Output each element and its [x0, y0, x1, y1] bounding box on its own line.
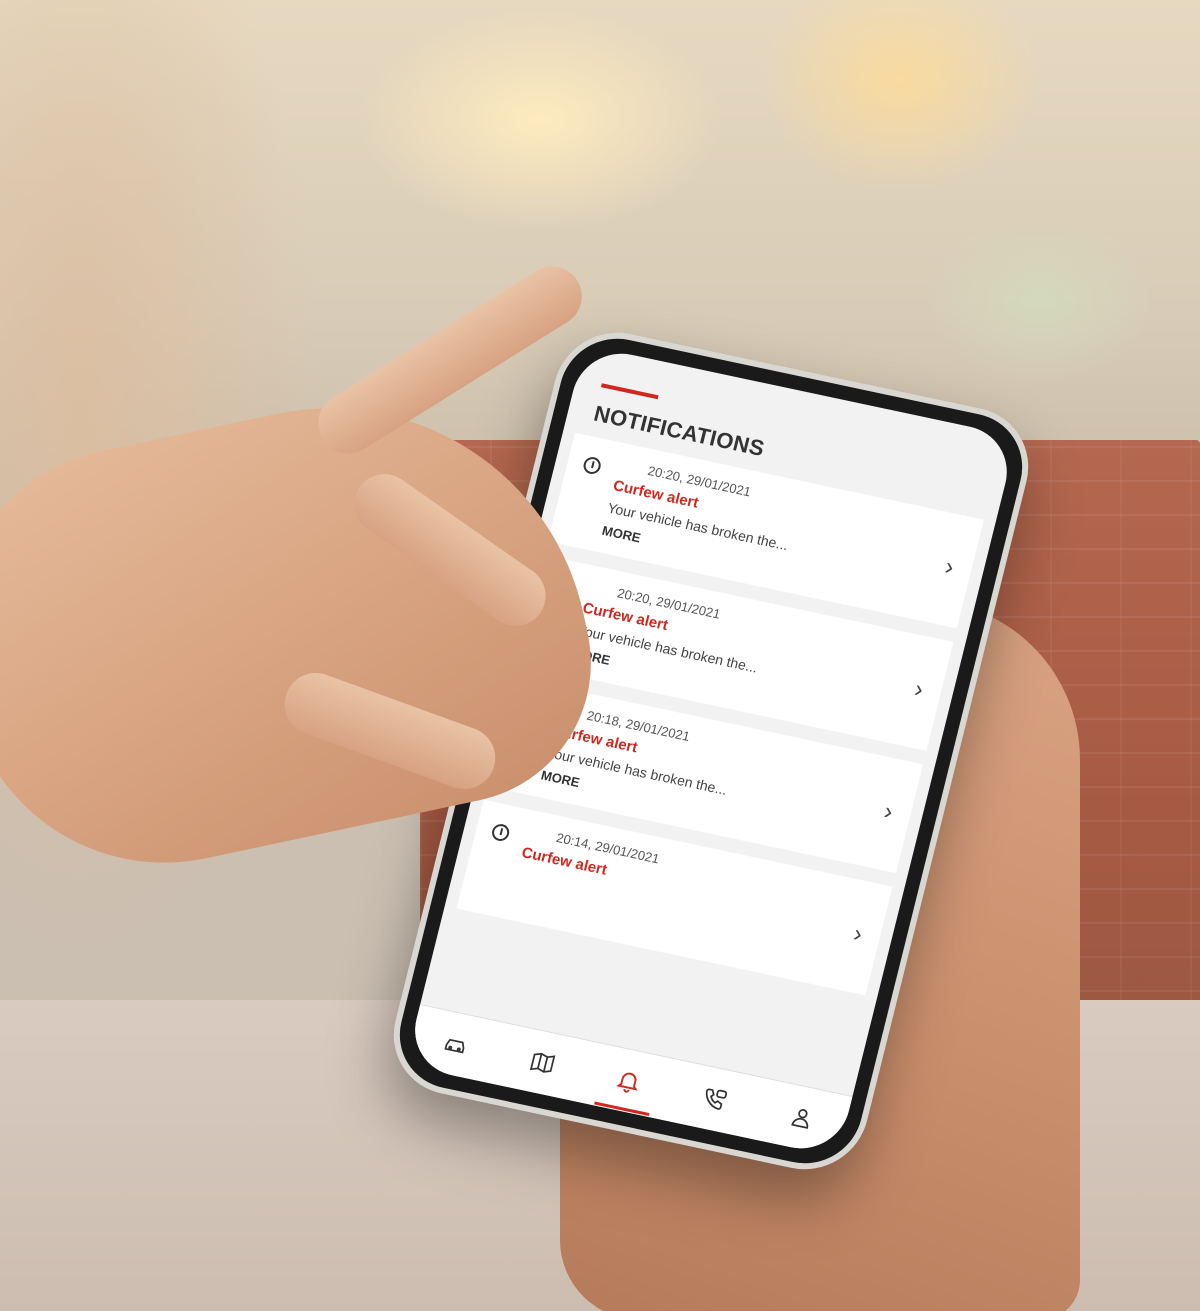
profile-icon: [791, 1109, 808, 1129]
tab-profile[interactable]: [775, 1092, 829, 1144]
clock-icon: [490, 822, 512, 843]
title-accent-bar: [600, 383, 659, 400]
bell-icon: [616, 1072, 638, 1093]
photo-scene: NOTIFICATIONS 20:20, 29/01/2021 Curfew a…: [0, 0, 1200, 1311]
clock-icon: [581, 455, 603, 476]
tab-map[interactable]: [515, 1037, 569, 1089]
tab-car[interactable]: [429, 1018, 483, 1070]
tab-notifications[interactable]: [602, 1055, 656, 1107]
map-icon: [529, 1052, 555, 1073]
support-phone-icon: [706, 1088, 728, 1110]
car-icon: [444, 1038, 465, 1054]
tab-support[interactable]: [688, 1074, 742, 1126]
